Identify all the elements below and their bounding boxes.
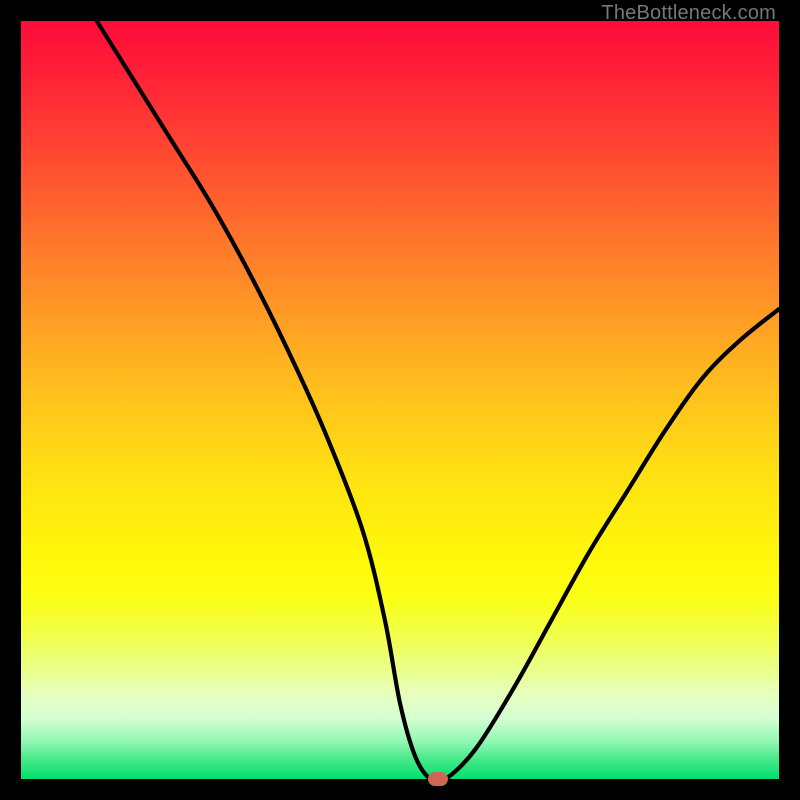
- plot-area: [21, 21, 779, 779]
- bottleneck-curve: [21, 21, 779, 779]
- chart-frame: TheBottleneck.com: [0, 0, 800, 800]
- optimal-point-marker: [428, 772, 448, 786]
